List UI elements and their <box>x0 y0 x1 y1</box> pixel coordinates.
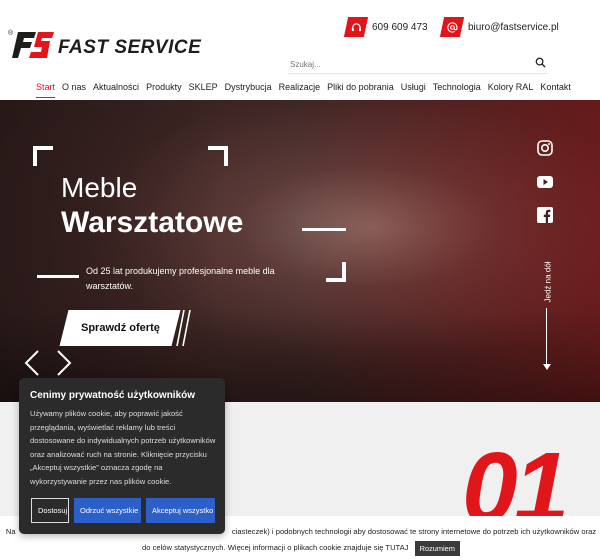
nav-item-kontakt[interactable]: Kontakt <box>540 82 571 92</box>
at-sign-icon <box>439 17 465 37</box>
hero-title-line2: Warsztatowe <box>61 206 244 239</box>
fs-logo-mark-icon <box>12 32 54 58</box>
site-logo[interactable]: ® FAST SERVICE <box>8 28 201 64</box>
reject-all-cookies-button[interactable]: Odrzuć wszystkie <box>74 498 141 523</box>
frame-corner-top-left <box>33 146 53 166</box>
nav-item-technologia[interactable]: Technologia <box>433 82 481 92</box>
nav-item-o-nas[interactable]: O nas <box>62 82 86 92</box>
scroll-down-arrow-icon[interactable] <box>543 364 551 370</box>
decor-line <box>302 228 346 231</box>
cookie-notice-text-part1: Na <box>5 527 16 536</box>
search-input[interactable] <box>288 55 518 74</box>
phone-number: 609 609 473 <box>372 21 428 33</box>
frame-corner-top-right <box>208 146 228 166</box>
email-contact[interactable]: biuro@fastservice.pl <box>439 16 559 38</box>
cta-label: Sprawdź ofertę <box>80 322 160 334</box>
facebook-icon[interactable] <box>537 207 553 223</box>
nav-item-produkty[interactable]: Produkty <box>146 82 182 92</box>
scroll-down-line <box>546 308 547 366</box>
email-address: biuro@fastservice.pl <box>468 21 559 33</box>
hero-description: Od 25 lat produkujemy profesjonalne mebl… <box>86 266 275 291</box>
nav-item-aktualnosci[interactable]: Aktualności <box>93 82 139 92</box>
cta-stripes-icon <box>176 310 191 346</box>
cookie-understand-button[interactable]: Rozumiem <box>414 540 460 556</box>
hero-title-line1: Meble <box>61 172 138 203</box>
youtube-icon[interactable] <box>537 175 553 189</box>
cookie-consent-modal: Cenimy prywatność użytkowników Używamy p… <box>19 378 225 534</box>
customize-cookies-button[interactable]: Dostosuj <box>31 498 69 523</box>
slider-next-icon[interactable] <box>56 350 72 376</box>
nav-item-pliki[interactable]: Pliki do pobrania <box>327 82 394 92</box>
nav-item-kolory-ral[interactable]: Kolory RAL <box>488 82 534 92</box>
site-header: ® FAST SERVICE 609 609 473 biuro@fastser… <box>0 0 600 100</box>
slider-prev-icon[interactable] <box>24 350 40 376</box>
main-nav: Start O nas Aktualności Produkty SKLEP D… <box>36 82 571 98</box>
nav-item-realizacje[interactable]: Realizacje <box>279 82 321 92</box>
frame-corner-bottom-right <box>326 262 346 282</box>
nav-item-start[interactable]: Start <box>36 82 56 98</box>
nav-item-uslugi[interactable]: Usługi <box>401 82 426 92</box>
decor-line <box>37 275 79 278</box>
search-icon[interactable] <box>535 57 546 68</box>
accept-all-cookies-button[interactable]: Akceptuj wszystko <box>146 498 215 523</box>
hero-banner <box>0 100 600 402</box>
brand-name: FAST SERVICE <box>58 37 202 58</box>
cookie-modal-buttons: Dostosuj Odrzuć wszystkie Akceptuj wszys… <box>31 498 215 523</box>
scroll-down-label[interactable]: Jedź na dół <box>544 262 553 303</box>
search-bar <box>288 54 548 74</box>
phone-contact[interactable]: 609 609 473 <box>343 16 428 38</box>
nav-item-sklep[interactable]: SKLEP <box>189 82 218 92</box>
instagram-icon[interactable] <box>537 140 553 156</box>
cookie-modal-text: Używamy plików cookie, aby poprawić jako… <box>30 409 216 486</box>
page: ® FAST SERVICE 609 609 473 biuro@fastser… <box>0 0 600 560</box>
cookie-modal-title: Cenimy prywatność użytkowników <box>30 390 196 401</box>
headset-icon <box>343 17 369 37</box>
nav-item-dystrybucja[interactable]: Dystrybucja <box>225 82 272 92</box>
cta-button[interactable]: Sprawdź ofertę <box>59 310 181 346</box>
